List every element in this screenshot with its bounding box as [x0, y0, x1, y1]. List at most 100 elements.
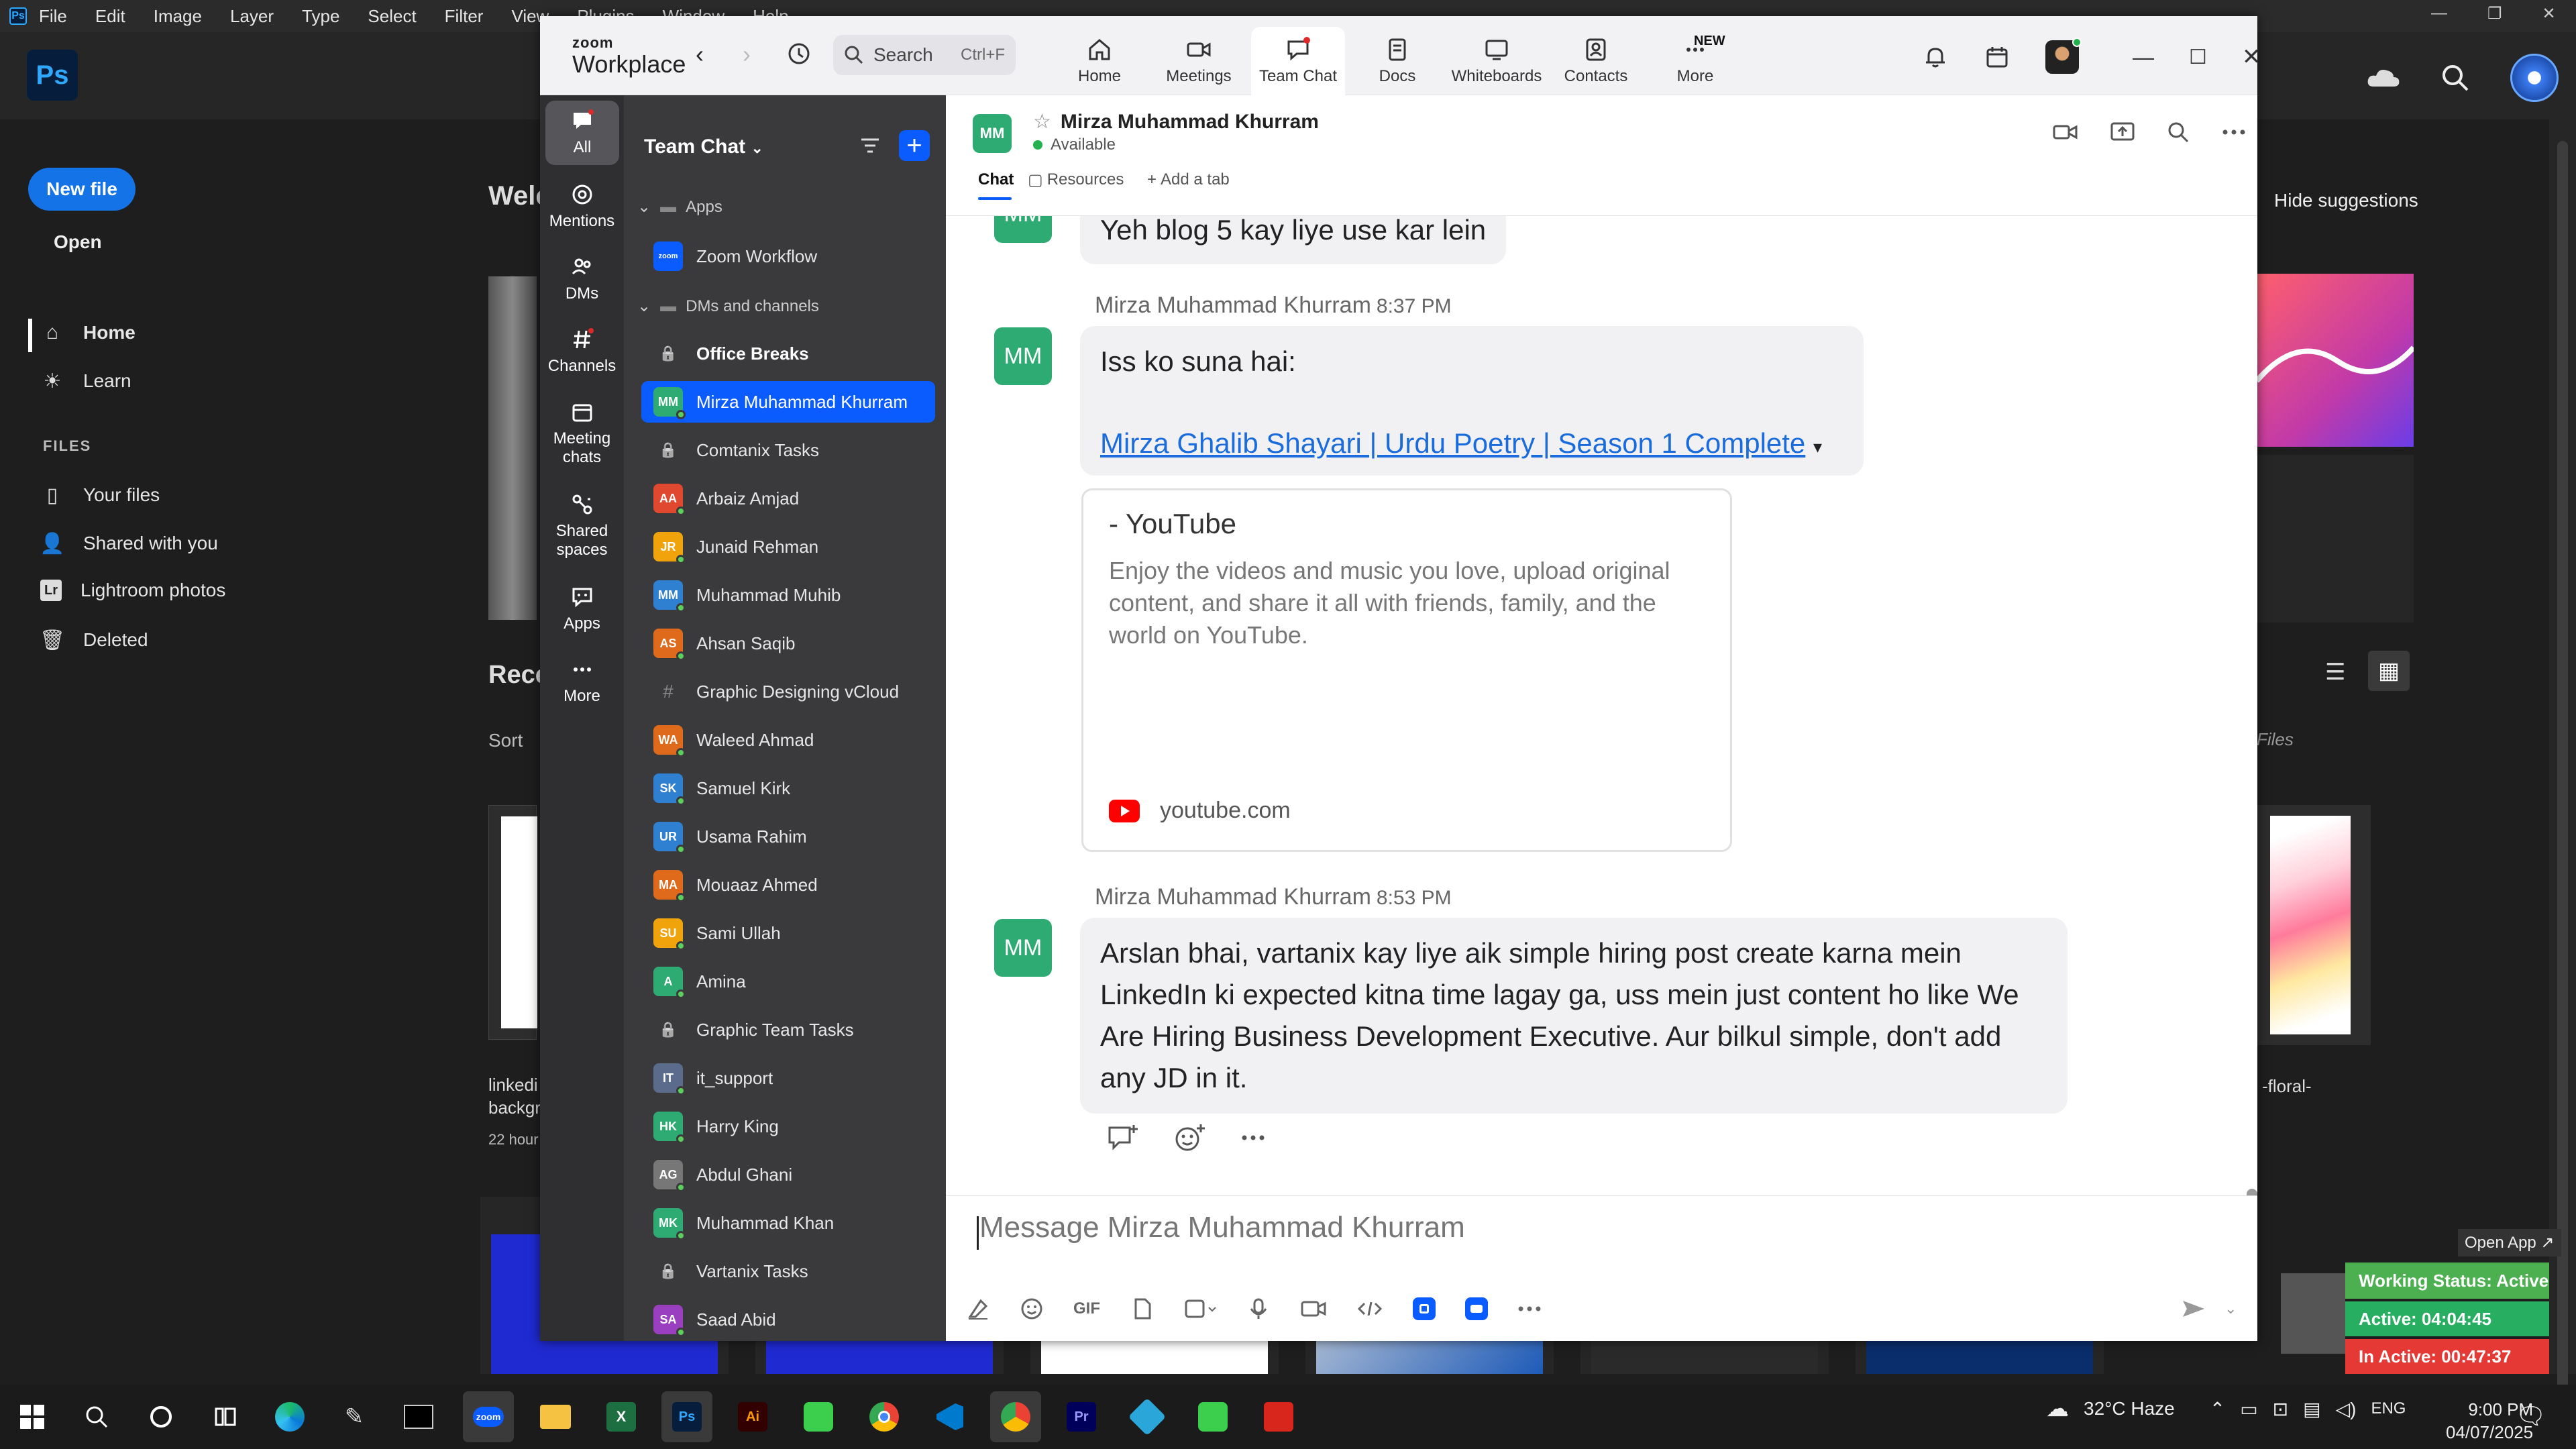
more-options-icon[interactable] [2222, 129, 2246, 136]
add-tab-button[interactable]: + Add a tab [1147, 170, 1230, 189]
emoji-icon[interactable] [1020, 1297, 1044, 1321]
notification-center-icon[interactable]: 🗨 [2516, 1402, 2546, 1430]
add-reaction-icon[interactable] [1174, 1123, 1206, 1152]
volume-icon[interactable]: ◁) [2336, 1398, 2357, 1420]
topnav-meetings[interactable]: Meetings [1152, 27, 1246, 95]
conversation-item[interactable]: MM Muhammad Muhib [641, 574, 935, 616]
microphone-icon[interactable] [1246, 1297, 1271, 1321]
conversation-item[interactable]: 🔒 Vartanix Tasks [641, 1250, 935, 1292]
list-view-icon[interactable]: ☰ [2325, 659, 2345, 686]
photoshop-taskbar-icon[interactable]: Ps [661, 1391, 712, 1442]
ps-scrollbar[interactable] [2557, 141, 2568, 1402]
video-message-icon[interactable] [1300, 1297, 1327, 1321]
ps-nav-learn[interactable]: ☀ Learn [40, 369, 131, 393]
weather-icon[interactable]: ☁ [2046, 1395, 2069, 1422]
topnav-contacts[interactable]: Contacts [1549, 27, 1643, 95]
windows-start-icon[interactable] [7, 1391, 58, 1442]
task-view-icon[interactable] [200, 1391, 251, 1442]
weather-text[interactable]: 32°C Haze [2084, 1398, 2175, 1419]
conversation-item[interactable]: SA Saad Abid [641, 1299, 935, 1340]
minimize-icon[interactable]: — [2133, 45, 2154, 70]
green-app-icon[interactable] [793, 1391, 844, 1442]
open-button[interactable]: Open [54, 231, 102, 253]
ps-menu-image[interactable]: Image [154, 6, 202, 27]
message-bubble[interactable]: Yeh blog 5 kay liye use kar lein [1080, 216, 1507, 264]
premiere-icon[interactable]: Pr [1056, 1391, 1107, 1442]
history-icon[interactable] [786, 40, 812, 67]
ps-menu-layer[interactable]: Layer [230, 6, 274, 27]
calendar-icon[interactable] [1984, 44, 2010, 70]
user-avatar[interactable] [2045, 38, 2082, 74]
open-app-button[interactable]: Open App ↗ [2458, 1229, 2561, 1256]
terminal-icon[interactable] [393, 1391, 444, 1442]
ps-nav-shared[interactable]: 👤 Shared with you [40, 531, 217, 555]
code-snippet-icon[interactable] [1356, 1297, 1383, 1321]
cortana-icon[interactable] [136, 1391, 186, 1442]
link-preview-card[interactable]: - YouTube Enjoy the videos and music you… [1081, 488, 1732, 852]
ps-menu-type[interactable]: Type [302, 6, 339, 27]
conversation-item[interactable]: UR Usama Rahim [641, 816, 935, 857]
filter-icon[interactable] [859, 134, 881, 157]
taskbar-search-icon[interactable] [71, 1391, 122, 1442]
message-sender[interactable]: Mirza Muhammad Khurram [1095, 292, 1371, 318]
close-icon[interactable]: ✕ [2242, 44, 2261, 70]
message-more-icon[interactable] [1241, 1134, 1265, 1141]
scroll-thumb[interactable] [2247, 1189, 2257, 1195]
conversation-item[interactable]: WA Waleed Ahmad [641, 719, 935, 761]
network-icon[interactable]: ▤ [2303, 1398, 2320, 1420]
left-nav-all[interactable]: All [545, 101, 619, 165]
cloud-icon[interactable] [2367, 68, 2400, 88]
team-chat-title[interactable]: Team Chat ⌄ [644, 136, 763, 158]
attach-file-icon[interactable] [1130, 1297, 1154, 1321]
tray-app-icon[interactable]: ⊡ [2273, 1398, 2288, 1420]
composer-more-icon[interactable] [1517, 1305, 1542, 1312]
conversation-item[interactable]: AA Arbaiz Amjad [641, 478, 935, 519]
contact-name[interactable]: Mirza Muhammad Khurram [1061, 111, 1319, 133]
conversation-item[interactable]: 🔒 Comtanix Tasks [641, 429, 935, 471]
screenshot-icon[interactable] [1183, 1297, 1217, 1321]
grid-view-icon[interactable]: ▦ [2368, 651, 2410, 691]
ps-minimize-icon[interactable]: — [2431, 4, 2447, 23]
ps-floral-thumbnail[interactable] [2257, 805, 2371, 1045]
ps-close-icon[interactable]: ✕ [2542, 4, 2556, 23]
message-bubble[interactable]: Arslan bhai, vartanix kay liye aik simpl… [1080, 918, 2068, 1114]
chat-scrollbar[interactable] [2244, 417, 2257, 1195]
send-icon[interactable] [2180, 1297, 2207, 1321]
app-plugin-icon[interactable] [1413, 1297, 1436, 1320]
app-plugin-icon[interactable] [1465, 1297, 1488, 1320]
chrome-profile-icon[interactable] [990, 1391, 1041, 1442]
topnav-docs[interactable]: Docs [1350, 27, 1444, 95]
language-indicator[interactable]: ENG [2371, 1399, 2406, 1418]
link-dropdown-icon[interactable]: ▾ [1813, 437, 1822, 457]
vscode-icon[interactable] [924, 1391, 975, 1442]
ps-suggestion-image[interactable] [2257, 274, 2414, 447]
topnav-home[interactable]: Home [1053, 27, 1146, 95]
youtube-link[interactable]: Mirza Ghalib Shayari | Urdu Poetry | Sea… [1100, 427, 1805, 459]
zoom-search-bar[interactable]: Search Ctrl+F [833, 35, 1016, 75]
illustrator-icon[interactable]: Ai [727, 1391, 778, 1442]
conversation-item[interactable]: MK Muhammad Khan [641, 1202, 935, 1244]
file-explorer-icon[interactable] [530, 1391, 581, 1442]
conversation-item[interactable]: JR Junaid Rehman [641, 526, 935, 568]
ps-nav-your-files[interactable]: ▯ Your files [40, 483, 160, 507]
acrobat-icon[interactable] [1253, 1391, 1304, 1442]
left-nav-shared-spaces[interactable]: Shared spaces [540, 492, 624, 559]
chat-search-icon[interactable] [2167, 121, 2190, 144]
conversation-item[interactable]: IT it_support [641, 1057, 935, 1099]
message-sender[interactable]: Mirza Muhammad Khurram [1095, 884, 1371, 910]
reply-thread-icon[interactable] [1107, 1124, 1139, 1152]
left-nav-meeting-chats[interactable]: Meeting chats [540, 400, 624, 467]
meet-now-icon[interactable]: ▭ [2240, 1398, 2257, 1420]
gif-icon[interactable]: GIF [1073, 1299, 1100, 1318]
vpn-app-icon[interactable] [1122, 1391, 1173, 1442]
forward-arrow-icon[interactable]: › [743, 40, 751, 68]
topnav-whiteboards[interactable]: Whiteboards [1450, 27, 1544, 95]
pen-tool-icon[interactable]: ✎ [329, 1391, 380, 1442]
left-nav-dms[interactable]: DMs [540, 255, 624, 303]
star-icon[interactable]: ☆ [1033, 110, 1051, 133]
maximize-icon[interactable]: ☐ [2189, 46, 2207, 69]
ps-suggestion-thumbnail[interactable] [488, 276, 537, 620]
ps-sort-label[interactable]: Sort [488, 730, 523, 751]
left-nav-mentions[interactable]: Mentions [540, 182, 624, 231]
green-app-2-icon[interactable] [1187, 1391, 1238, 1442]
